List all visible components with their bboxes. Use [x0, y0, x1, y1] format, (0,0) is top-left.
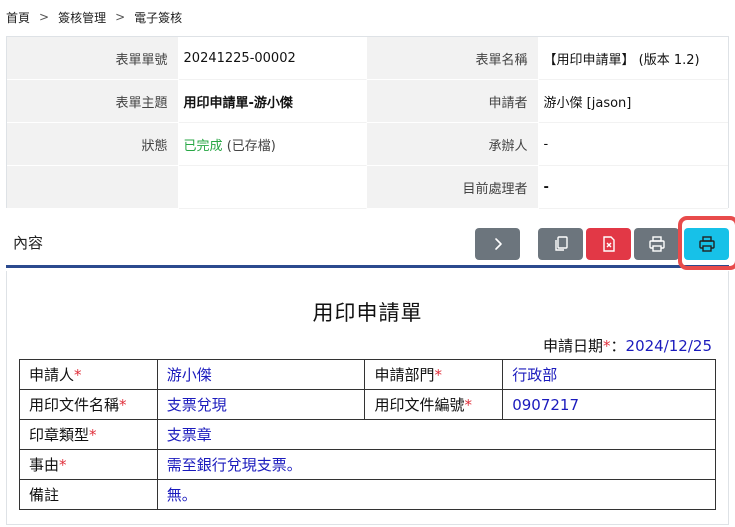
breadcrumb-e-signoff[interactable]: 電子簽核	[134, 9, 182, 26]
reason-label: 事由*	[19, 449, 158, 480]
chevron-right-icon: >	[115, 10, 126, 24]
printer-icon	[648, 236, 665, 252]
applicant-field-value: 游小傑	[156, 359, 366, 390]
print-button[interactable]	[684, 228, 729, 260]
applicant-value: 游小傑 [jason]	[538, 80, 728, 123]
table-row: 申請人* 游小傑 申請部門* 行政部	[19, 359, 716, 390]
current-handler-label: 目前處理者	[367, 166, 539, 209]
subject-label: 表單主題	[7, 80, 179, 123]
delete-file-icon	[602, 236, 615, 252]
info-row: 目前處理者 -	[7, 166, 728, 209]
apply-date-label: 申請日期	[543, 337, 604, 355]
table-row: 備註 無。	[19, 479, 717, 510]
document-number-value: 0907217	[502, 389, 716, 420]
note-label: 備註	[19, 479, 158, 510]
document-number-label: 用印文件編號*	[364, 389, 504, 420]
printer-icon	[698, 236, 715, 252]
current-handler-value: -	[538, 166, 728, 209]
handler-label: 承辦人	[367, 123, 539, 166]
empty-value	[178, 166, 367, 209]
form-name-label: 表單名稱	[367, 37, 539, 80]
required-mark: *	[603, 337, 611, 355]
copy-button[interactable]	[538, 228, 583, 260]
chevron-right-icon: >	[39, 10, 50, 24]
chevron-right-icon	[494, 238, 502, 250]
subject-value: 用印申請單-游小傑	[178, 80, 367, 123]
breadcrumb-signoff-management[interactable]: 簽核管理	[58, 9, 106, 26]
applicant-field-label: 申請人*	[19, 359, 158, 390]
table-row: 事由* 需至銀行兌現支票。	[19, 449, 717, 480]
next-button[interactable]	[475, 228, 520, 260]
print-preview-button[interactable]	[634, 228, 679, 260]
info-row: 表單單號 20241225-00002 表單名稱 【用印申請單】 (版本 1.2…	[7, 37, 728, 80]
form-no-label: 表單單號	[7, 37, 179, 80]
delete-button[interactable]	[586, 228, 631, 260]
application-form-table: 申請人* 游小傑 申請部門* 行政部 用印文件名稱* 支票兌現 用印文件編號* …	[19, 359, 717, 510]
breadcrumb: 首頁 > 簽核管理 > 電子簽核	[6, 8, 182, 26]
info-row: 表單主題 用印申請單-游小傑 申請者 游小傑 [jason]	[7, 80, 728, 123]
status-value: 已完成 (已存檔)	[178, 123, 367, 166]
apply-date: 申請日期*：2024/12/25	[543, 335, 712, 356]
form-title: 用印申請單	[312, 301, 423, 325]
section-title: 內容	[13, 234, 44, 252]
table-row: 印章類型* 支票章	[19, 419, 717, 450]
form-content-panel: 用印申請單 申請日期*：2024/12/25 申請人* 游小傑 申請部門* 行政…	[6, 271, 729, 525]
status-label: 狀態	[7, 123, 179, 166]
info-row: 狀態 已完成 (已存檔) 承辦人 -	[7, 123, 728, 166]
apply-date-value: 2024/12/25	[625, 337, 712, 355]
seal-type-value: 支票章	[156, 419, 717, 450]
reason-value: 需至銀行兌現支票。	[156, 449, 717, 480]
form-info-panel: 表單單號 20241225-00002 表單名稱 【用印申請單】 (版本 1.2…	[6, 36, 729, 209]
copy-icon	[554, 236, 568, 251]
breadcrumb-home[interactable]: 首頁	[6, 9, 30, 26]
form-no-value: 20241225-00002	[178, 37, 367, 80]
table-row: 用印文件名稱* 支票兌現 用印文件編號* 0907217	[19, 389, 716, 420]
colon: ：	[610, 337, 626, 355]
department-field-value: 行政部	[502, 359, 716, 390]
note-value: 無。	[156, 479, 717, 510]
document-name-value: 支票兌現	[156, 389, 366, 420]
department-field-label: 申請部門*	[364, 359, 504, 390]
content-section-header: 內容	[6, 216, 735, 270]
form-name-value: 【用印申請單】 (版本 1.2)	[538, 37, 728, 80]
handler-value: -	[538, 123, 728, 166]
status-note: (已存檔)	[226, 138, 276, 154]
document-name-label: 用印文件名稱*	[19, 389, 158, 420]
status-badge: 已完成	[183, 138, 223, 154]
seal-type-label: 印章類型*	[19, 419, 158, 450]
empty-label	[7, 166, 179, 209]
applicant-label: 申請者	[367, 80, 539, 123]
